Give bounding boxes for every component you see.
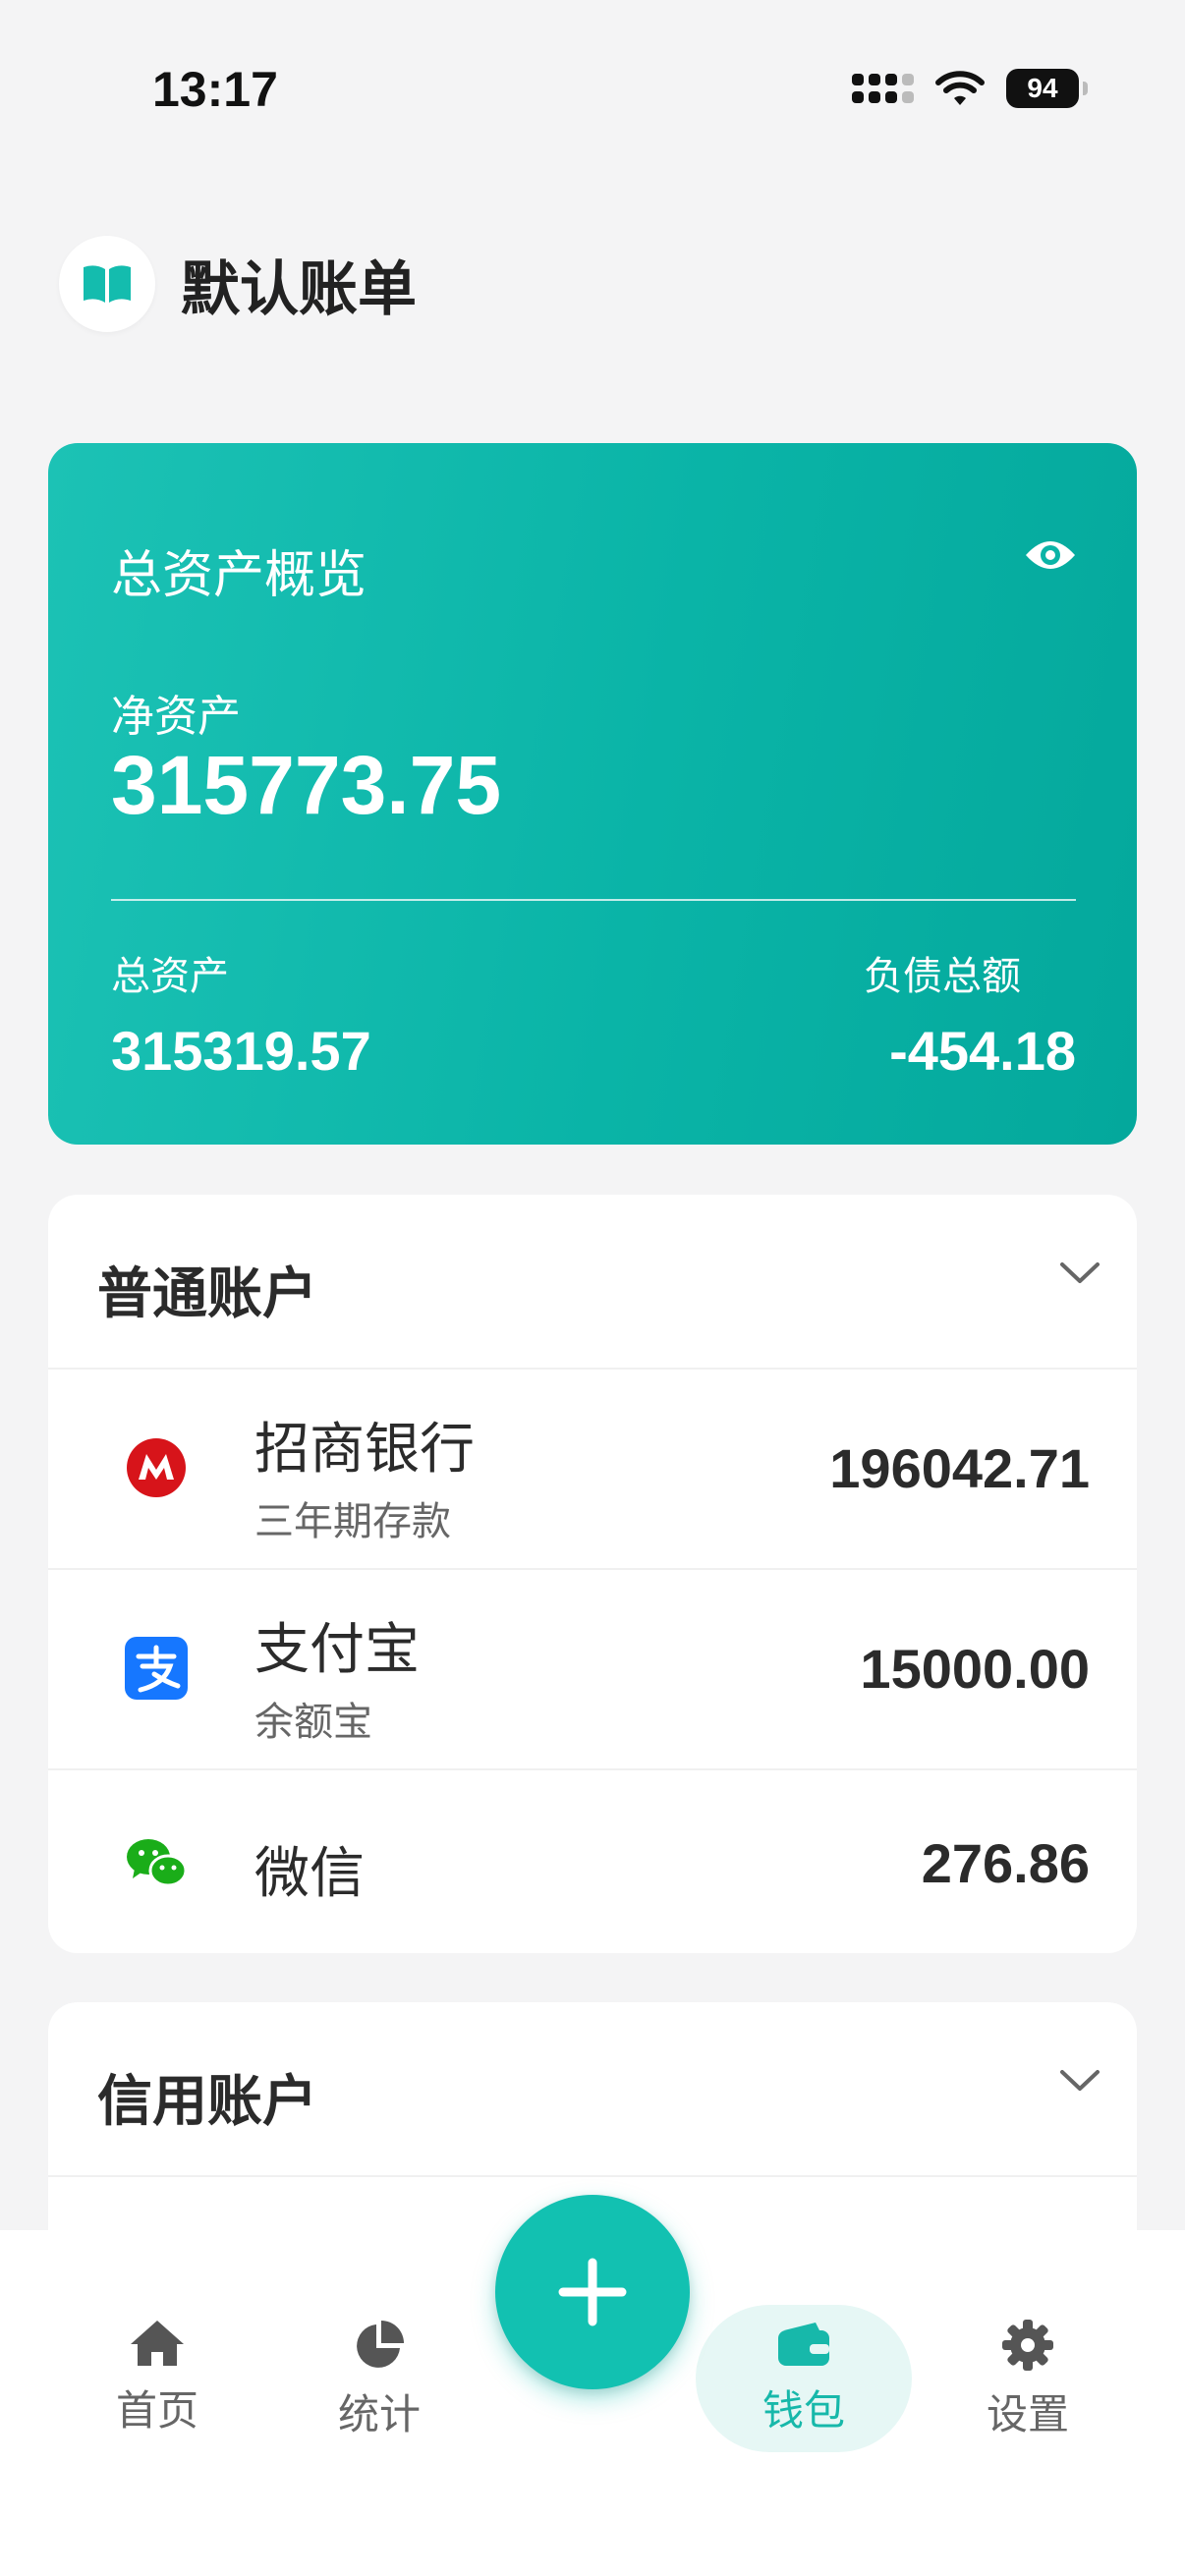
nav-home[interactable]: 首页: [79, 2319, 236, 2437]
net-assets-label: 净资产: [111, 692, 241, 742]
account-amount: 15000.00: [860, 1638, 1090, 1700]
nav-label: 统计: [337, 2390, 421, 2438]
gear-icon: [1002, 2320, 1053, 2371]
section-header[interactable]: 信用账户: [48, 2002, 1137, 2177]
battery-indicator: 94: [1006, 69, 1088, 108]
status-time: 13:17: [152, 62, 278, 117]
pie-chart-icon: [357, 2321, 404, 2368]
overview-title: 总资产概览: [111, 546, 367, 605]
eye-icon[interactable]: [1023, 533, 1078, 581]
total-assets-value: 315319.57: [111, 1020, 371, 1082]
account-amount: 196042.71: [829, 1437, 1090, 1499]
account-name: 招商银行: [254, 1418, 475, 1482]
account-row-wechat[interactable]: 微信 276.86: [48, 1770, 1137, 1953]
account-name: 微信: [254, 1842, 365, 1906]
account-name: 支付宝: [254, 1618, 420, 1682]
cellular-signal-icon: [852, 74, 914, 103]
chevron-down-icon[interactable]: [1058, 2067, 1101, 2095]
ledger-title: 默认账单: [181, 254, 417, 324]
nav-label: 首页: [115, 2386, 198, 2435]
total-assets-label: 总资产: [111, 954, 229, 999]
nav-label: 钱包: [762, 2385, 845, 2435]
add-record-button[interactable]: [495, 2195, 690, 2389]
chevron-down-icon[interactable]: [1058, 1260, 1101, 1287]
account-amount: 276.86: [921, 1832, 1090, 1894]
book-icon: [59, 236, 155, 332]
account-row-alipay[interactable]: 支付宝 余额宝 15000.00: [48, 1570, 1137, 1770]
account-row-cmb[interactable]: 招商银行 三年期存款 196042.71: [48, 1370, 1137, 1570]
total-debt-label: 负债总额: [864, 954, 1021, 999]
divider: [111, 899, 1076, 901]
account-sub: 余额宝: [254, 1700, 372, 1745]
wifi-icon: [935, 71, 985, 105]
nav-label: 设置: [986, 2390, 1069, 2438]
status-bar: 13:17 94: [0, 0, 1185, 196]
status-icons: 94: [852, 69, 1088, 108]
account-sub: 三年期存款: [254, 1499, 451, 1544]
section-title: 信用账户: [97, 2070, 317, 2134]
normal-accounts-section: 普通账户 招商银行 三年期存款 196042.71 支付宝 余额宝 15000.…: [48, 1195, 1137, 1953]
nav-settings[interactable]: 设置: [949, 2319, 1106, 2441]
nav-wallet[interactable]: 钱包: [696, 2305, 912, 2452]
asset-overview-card: 总资产概览 净资产 315773.75 总资产 315319.57 负债总额 -…: [48, 443, 1137, 1145]
net-assets-value: 315773.75: [111, 739, 502, 831]
section-header[interactable]: 普通账户: [48, 1195, 1137, 1370]
ledger-header[interactable]: 默认账单: [59, 236, 417, 332]
home-icon: [131, 2321, 184, 2366]
section-title: 普通账户: [97, 1262, 317, 1326]
wechat-icon: [125, 1831, 188, 1894]
cmb-bank-icon: [125, 1436, 188, 1499]
plus-icon: [558, 2258, 627, 2326]
nav-stats[interactable]: 统计: [301, 2319, 458, 2441]
total-debt-value: -454.18: [889, 1020, 1076, 1082]
alipay-icon: [125, 1637, 188, 1700]
wallet-icon: [778, 2322, 829, 2366]
